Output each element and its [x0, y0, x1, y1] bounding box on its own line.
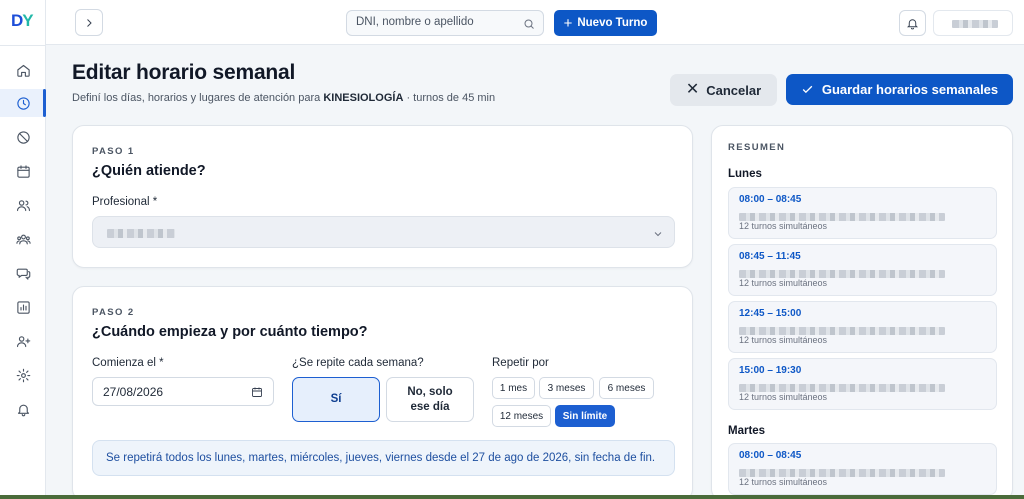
search-input[interactable]: [356, 16, 516, 28]
slot-time: 15:00 – 19:30: [739, 365, 802, 376]
home-icon[interactable]: [13, 60, 33, 80]
page-title: Editar horario semanal: [72, 61, 296, 84]
slot-time: 12:45 – 15:00: [739, 308, 802, 319]
step2-label: PASO 2: [92, 307, 135, 318]
sidebar-toggle-button[interactable]: [75, 9, 103, 36]
step2-card: PASO 2 ¿Cuándo empieza y por cuánto tiem…: [72, 286, 693, 499]
app-logo[interactable]: DY: [11, 11, 34, 31]
repeat-weekly-label: ¿Se repite cada semana?: [292, 357, 424, 369]
new-appointment-button[interactable]: + Nuevo Turno: [554, 10, 657, 36]
day-heading-tuesday: Martes: [728, 425, 766, 437]
topbar: + Nuevo Turno: [46, 0, 1024, 45]
bell-icon: [906, 18, 919, 29]
slot-time: 08:45 – 11:45: [739, 251, 801, 262]
schedule-slot[interactable]: 15:00 – 19:30 12 turnos simultáneos: [728, 358, 997, 410]
users-icon[interactable]: [13, 195, 33, 215]
slot-capacity: 12 turnos simultáneos: [739, 392, 828, 402]
redacted-user-name: [952, 20, 998, 28]
group-icon[interactable]: [13, 229, 33, 249]
save-label: Guardar horarios semanales: [821, 82, 999, 97]
search-box[interactable]: [346, 10, 544, 36]
window-bottom-edge: [0, 495, 1024, 499]
day-heading-monday: Lunes: [728, 168, 762, 180]
redacted-slot-details: [739, 384, 945, 392]
redacted-slot-details: [739, 327, 945, 335]
team-icon[interactable]: [13, 331, 33, 351]
schedule-slot[interactable]: 08:45 – 11:45 12 turnos simultáneos: [728, 244, 997, 296]
bell-icon[interactable]: [13, 399, 33, 419]
repeat-yes-option[interactable]: Sí: [292, 377, 380, 422]
repeat-for-label: Repetir por: [492, 357, 549, 369]
close-icon: ✕: [685, 81, 700, 98]
user-menu-button[interactable]: [933, 10, 1013, 36]
redacted-slot-details: [739, 213, 945, 221]
cancel-label: Cancelar: [706, 82, 762, 98]
specialty-name: KINESIOLOGÍA: [323, 92, 404, 104]
schedule-slot[interactable]: 08:00 – 08:45 12 turnos simultáneos: [728, 187, 997, 239]
cancel-button[interactable]: ✕ Cancelar: [670, 74, 777, 106]
duration-no-limit[interactable]: Sin límite: [555, 405, 615, 427]
slot-capacity: 12 turnos simultáneos: [739, 278, 828, 288]
step1-title: ¿Quién atiende?: [92, 163, 206, 179]
repeat-no-option[interactable]: No, solo ese día: [386, 377, 474, 422]
slot-time: 08:00 – 08:45: [739, 194, 802, 205]
chat-icon[interactable]: [13, 263, 33, 283]
check-icon: [802, 85, 813, 94]
step1-card: PASO 1 ¿Quién atiende? Profesional *: [72, 125, 693, 268]
schedule-slot[interactable]: 12:45 – 15:00 12 turnos simultáneos: [728, 301, 997, 353]
chevron-right-icon: [87, 18, 92, 27]
divider: [0, 45, 46, 46]
notifications-button[interactable]: [899, 10, 926, 36]
start-date-value: 27/08/2026: [103, 385, 164, 399]
ban-icon[interactable]: [13, 127, 33, 147]
chart-icon[interactable]: [13, 297, 33, 317]
sidebar: DY: [0, 0, 46, 495]
active-nav-indicator: [43, 89, 46, 117]
new-appointment-label: Nuevo Turno: [577, 17, 648, 29]
summary-card: RESUMEN Lunes 08:00 – 08:45 12 turnos si…: [711, 125, 1013, 499]
redacted-slot-details: [739, 270, 945, 278]
gear-icon[interactable]: [13, 365, 33, 385]
save-weekly-schedule-button[interactable]: Guardar horarios semanales: [786, 74, 1013, 105]
clock-icon[interactable]: [13, 93, 33, 113]
slot-capacity: 12 turnos simultáneos: [739, 335, 828, 345]
slot-capacity: 12 turnos simultáneos: [739, 477, 828, 487]
duration-3-months[interactable]: 3 meses: [539, 377, 594, 399]
step2-title: ¿Cuándo empieza y por cuánto tiempo?: [92, 324, 368, 340]
repeat-info-message: Se repetirá todos los lunes, martes, mié…: [92, 440, 675, 476]
search-icon[interactable]: [523, 17, 535, 35]
chevron-down-icon: [652, 227, 664, 245]
slot-capacity: 12 turnos simultáneos: [739, 221, 828, 231]
start-date-field[interactable]: 27/08/2026: [92, 377, 274, 406]
summary-heading: RESUMEN: [728, 142, 786, 153]
duration-1-month[interactable]: 1 mes: [492, 377, 535, 399]
redacted-slot-details: [739, 469, 945, 477]
professional-label: Profesional *: [92, 196, 158, 208]
redacted-professional-name: [107, 229, 175, 238]
start-date-label: Comienza el *: [92, 357, 164, 369]
page-subtitle: Definí los días, horarios y lugares de a…: [72, 92, 496, 104]
slot-time: 08:00 – 08:45: [739, 450, 802, 461]
professional-select[interactable]: [92, 216, 675, 248]
step1-label: PASO 1: [92, 146, 135, 157]
duration-12-months[interactable]: 12 meses: [492, 405, 551, 427]
calendar-icon[interactable]: [13, 161, 33, 181]
schedule-slot[interactable]: 08:00 – 08:45 12 turnos simultáneos: [728, 443, 997, 495]
calendar-icon[interactable]: [251, 385, 263, 403]
plus-icon: +: [563, 14, 573, 32]
duration-6-months[interactable]: 6 meses: [599, 377, 654, 399]
